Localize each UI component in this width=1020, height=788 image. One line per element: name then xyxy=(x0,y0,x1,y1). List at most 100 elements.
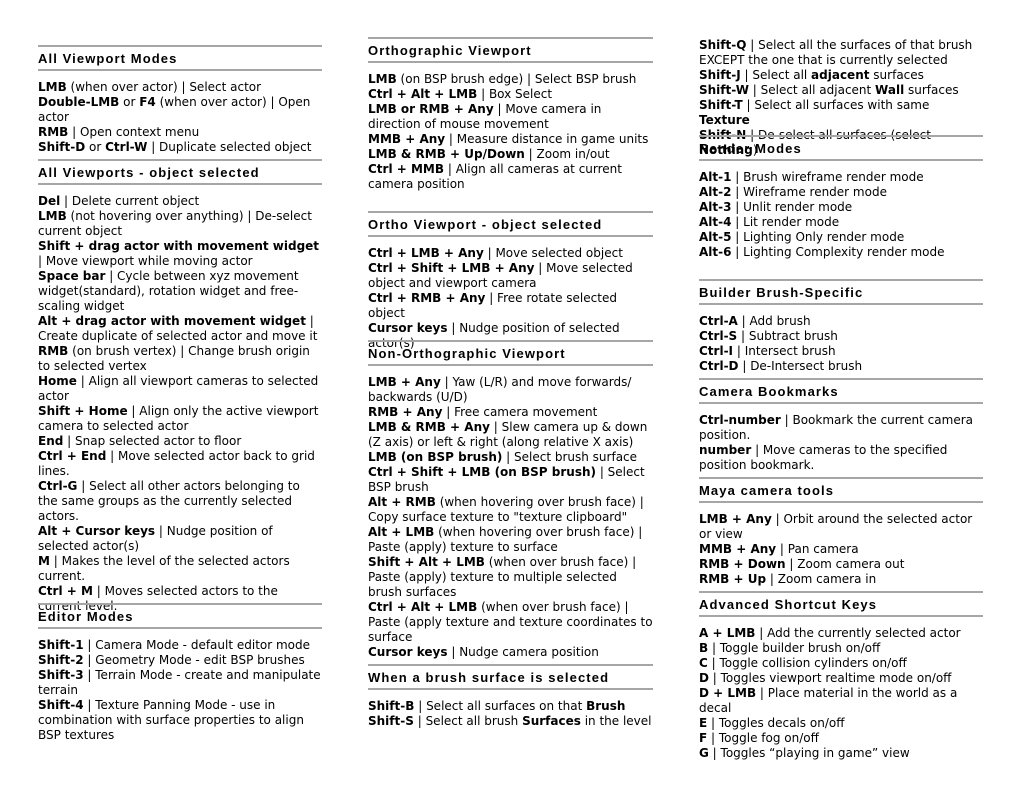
shortcut-key: B xyxy=(699,641,709,655)
shortcut-key: Alt + LMB xyxy=(368,525,435,539)
shortcut-description: surfaces xyxy=(904,83,959,97)
section-all-viewport-modes: All Viewport Modes LMB (when over actor)… xyxy=(38,45,322,155)
section-advanced-shortcut-keys: Advanced Shortcut Keys A + LMB | Add the… xyxy=(699,591,983,761)
shortcut-description: | Toggles decals on/off xyxy=(707,716,845,730)
section-heading: Maya camera tools xyxy=(699,477,983,503)
shortcut-entry: Shift + Alt + LMB (when over brush face)… xyxy=(368,555,653,600)
shortcut-key: number xyxy=(699,443,752,457)
shortcut-entry: Shift-1 | Camera Mode - default editor m… xyxy=(38,638,322,653)
shortcut-description: | Open context menu xyxy=(68,125,200,139)
shortcut-entry: D + LMB | Place material in the world as… xyxy=(699,686,983,716)
shortcut-key: LMB & RMB + Any xyxy=(368,420,490,434)
shortcut-entry: LMB & RMB + Up/Down | Zoom in/out xyxy=(368,147,653,162)
shortcut-entry: Space bar | Cycle between xyz movement w… xyxy=(38,269,322,314)
shortcut-entry: LMB + Any | Yaw (L/R) and move forwards/… xyxy=(368,375,653,405)
shortcut-entry: RMB | Open context menu xyxy=(38,125,322,140)
shortcut-entry: Shift-4 | Texture Panning Mode - use in … xyxy=(38,698,322,743)
shortcut-description: | Select brush surface xyxy=(502,450,638,464)
shortcut-key: Ctrl-S xyxy=(699,329,738,343)
shortcut-key: Alt-4 xyxy=(699,215,732,229)
shortcut-entry: Ctrl-A | Add brush xyxy=(699,314,983,329)
shortcut-key: LMB xyxy=(38,209,67,223)
shortcut-key: RMB + Up xyxy=(699,572,767,586)
shortcut-entry: Ctrl + RMB + Any | Free rotate selected … xyxy=(368,291,653,321)
shortcut-entry: Cursor keys | Nudge camera position xyxy=(368,645,653,660)
shortcut-description: | Toggle fog on/off xyxy=(707,731,819,745)
shortcut-key: Alt + RMB xyxy=(368,495,436,509)
shortcut-key: Wall xyxy=(875,83,905,97)
shortcut-entry: Ctrl + Shift + LMB + Any | Move selected… xyxy=(368,261,653,291)
shortcut-description: | Brush wireframe render mode xyxy=(731,170,924,184)
shortcut-key: Space bar xyxy=(38,269,106,283)
shortcut-entry: Alt + LMB (when hovering over brush face… xyxy=(368,525,653,555)
shortcut-entry: Shift-D or Ctrl-W | Duplicate selected o… xyxy=(38,140,322,155)
shortcut-entry: Ctrl-D | De-Intersect brush xyxy=(699,359,983,374)
shortcut-key: Ctrl + M xyxy=(38,584,93,598)
shortcut-description: | Zoom in/out xyxy=(524,147,610,161)
shortcut-key: Alt-1 xyxy=(699,170,732,184)
section-heading: Editor Modes xyxy=(38,603,322,629)
shortcut-entry: MMB + Any | Pan camera xyxy=(699,542,983,557)
shortcut-entry: RMB + Down | Zoom camera out xyxy=(699,557,983,572)
shortcut-key: Ctrl-I xyxy=(699,344,734,358)
shortcut-description: (on brush vertex) | Change brush origin … xyxy=(38,344,310,373)
shortcut-entry: Shift + drag actor with movement widget … xyxy=(38,239,322,269)
shortcut-key: Alt-2 xyxy=(699,185,732,199)
shortcut-entry: Ctrl + End | Move selected actor back to… xyxy=(38,449,322,479)
shortcut-description: or xyxy=(85,140,106,154)
shortcut-entry: Alt-3 | Unlit render mode xyxy=(699,200,983,215)
section-heading: Builder Brush-Specific xyxy=(699,279,983,305)
section-non-orthographic-viewport: Non-Orthographic Viewport LMB + Any | Ya… xyxy=(368,340,653,660)
shortcut-entry: Ctrl-S | Subtract brush xyxy=(699,329,983,344)
shortcut-list: Shift-B | Select all surfaces on that Br… xyxy=(368,699,653,729)
shortcut-description: | Intersect brush xyxy=(733,344,836,358)
section-heading: Ortho Viewport - object selected xyxy=(368,211,653,237)
shortcut-entry: Shift-W | Select all adjacent Wall surfa… xyxy=(699,83,983,98)
shortcut-entry: Ctrl + Shift + LMB (on BSP brush) | Sele… xyxy=(368,465,653,495)
shortcut-list: LMB + Any | Yaw (L/R) and move forwards/… xyxy=(368,375,653,660)
shortcut-description: (when over actor) | Select actor xyxy=(66,80,262,94)
shortcut-key: Shift-B xyxy=(368,699,415,713)
shortcut-key: Ctrl + Shift + LMB (on BSP brush) xyxy=(368,465,596,479)
shortcut-key: MMB + Any xyxy=(699,542,777,556)
shortcut-key: Ctrl-D xyxy=(699,359,739,373)
shortcut-key: Ctrl + MMB xyxy=(368,162,445,176)
shortcut-key: MMB + Any xyxy=(368,132,446,146)
shortcut-entry: A + LMB | Add the currently selected act… xyxy=(699,626,983,641)
shortcut-description: | Select all surfaces with same xyxy=(742,98,930,112)
shortcut-key: Home xyxy=(38,374,77,388)
shortcut-description: | Move viewport while moving actor xyxy=(38,254,253,268)
shortcut-key: Shift + Alt + LMB xyxy=(368,555,485,569)
shortcut-entry: number | Move cameras to the specified p… xyxy=(699,443,983,473)
shortcut-key: A + LMB xyxy=(699,626,756,640)
shortcut-key: Cursor keys xyxy=(368,321,448,335)
shortcut-key: E xyxy=(699,716,708,730)
shortcut-key: Double-LMB xyxy=(38,95,120,109)
shortcut-entry: C | Toggle collision cylinders on/off xyxy=(699,656,983,671)
shortcut-list: Ctrl + LMB + Any | Move selected object C… xyxy=(368,246,653,351)
shortcut-description: | Toggle collision cylinders on/off xyxy=(707,656,907,670)
shortcut-entry: Shift-B | Select all surfaces on that Br… xyxy=(368,699,653,714)
shortcut-entry: Double-LMB or F4 (when over actor) | Ope… xyxy=(38,95,322,125)
shortcut-entry: Ctrl + Alt + LMB (when over brush face) … xyxy=(368,600,653,645)
section-heading: All Viewports - object selected xyxy=(38,159,322,185)
shortcut-key: adjacent xyxy=(811,68,870,82)
section-heading: Render Modes xyxy=(699,135,983,161)
shortcut-key: Ctrl + Alt + LMB xyxy=(368,87,478,101)
shortcut-description: | Delete current object xyxy=(60,194,200,208)
shortcut-entry: D | Toggles viewport realtime mode on/of… xyxy=(699,671,983,686)
shortcut-key: LMB & RMB + Up/Down xyxy=(368,147,525,161)
shortcut-description: (not hovering over anything) | De-select… xyxy=(38,209,312,238)
shortcut-entry: Ctrl + Alt + LMB | Box Select xyxy=(368,87,653,102)
shortcut-key: Ctrl-G xyxy=(38,479,78,493)
shortcut-entry: Ctrl-G | Select all other actors belongi… xyxy=(38,479,322,524)
shortcut-key: LMB (on BSP brush) xyxy=(368,450,503,464)
shortcut-entry: Shift-T | Select all surfaces with same … xyxy=(699,98,983,128)
shortcut-list: Ctrl-number | Bookmark the current camer… xyxy=(699,413,983,473)
shortcut-entry: LMB (when over actor) | Select actor xyxy=(38,80,322,95)
shortcut-entry: End | Snap selected actor to floor xyxy=(38,434,322,449)
shortcut-description: | Lighting Only render mode xyxy=(731,230,905,244)
shortcut-list: Alt-1 | Brush wireframe render mode Alt-2… xyxy=(699,170,983,260)
shortcut-list: LMB (when over actor) | Select actor Doub… xyxy=(38,80,322,155)
shortcut-description: | Camera Mode - default editor mode xyxy=(83,638,311,652)
